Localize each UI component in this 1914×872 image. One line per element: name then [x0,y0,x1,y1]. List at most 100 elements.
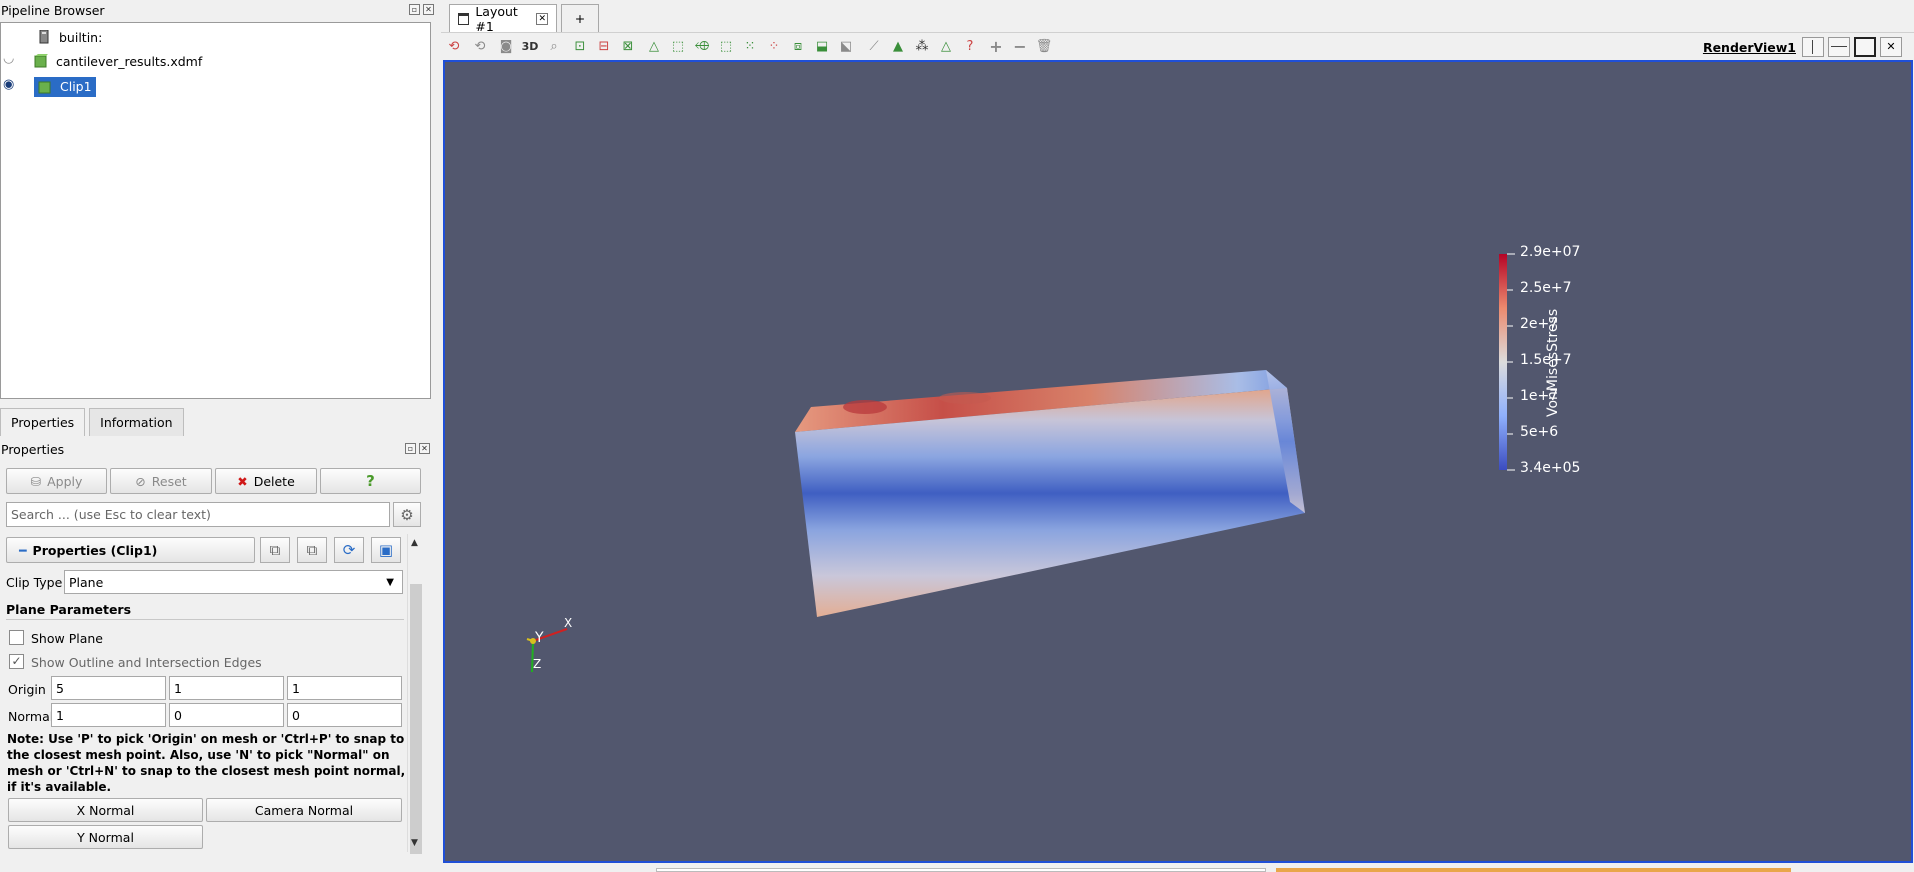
zoom-to-box-icon[interactable]: ⌕ [545,38,563,56]
split-horizontal-icon[interactable] [1802,37,1824,57]
plot-selection-icon[interactable]: ⬕ [837,38,855,56]
scroll-up-icon[interactable]: ▲ [411,538,418,548]
origin-z-field[interactable]: 1 [287,676,402,700]
polygon-tool-icon[interactable]: ▲ [889,38,907,56]
gear-icon[interactable]: ⚙ [393,502,421,527]
eye-icon[interactable]: ◉ [3,77,14,92]
ruler-icon[interactable]: ⟋ [865,38,883,56]
section-properties-clip1[interactable]: ━ Properties (Clip1) [6,537,255,563]
minus-icon[interactable]: − [1011,38,1029,56]
select-polygon-icon[interactable]: △ [645,38,663,56]
select-cells-through-icon[interactable]: ⊠ [619,38,637,56]
origin-y-field[interactable]: 1 [169,676,284,700]
clip-icon [38,80,52,94]
x-normal-button[interactable]: X Normal [8,798,203,822]
hover-cells-icon[interactable]: ⁙ [741,38,759,56]
camera-normal-button[interactable]: Camera Normal [206,798,402,822]
close-icon[interactable]: ✕ [423,4,434,15]
paste-icon[interactable]: ⧉ [297,537,327,563]
delete-button[interactable]: ✖ Delete [215,468,317,494]
apply-button[interactable]: ⛁ Apply [6,468,107,494]
points-tool-icon[interactable]: ⁂ [913,38,931,56]
show-plane-checkbox[interactable] [9,630,24,645]
colorbar-title: VonMisesStress [1545,308,1561,417]
float-icon[interactable]: ▫ [409,4,420,15]
colorbar [1499,254,1507,470]
grow-selection-icon[interactable]: ⁘ [765,38,783,56]
eye-closed-icon[interactable]: ◡ [3,51,14,66]
close-icon[interactable]: ✕ [536,12,548,25]
toggle-3d-button[interactable]: 3D [521,38,539,56]
scroll-down-icon[interactable]: ▼ [411,838,418,848]
clip-type-select[interactable]: Plane ▼ [64,570,403,594]
normal-label: Normal [8,709,54,724]
refresh-icon[interactable]: ⟳ [334,537,364,563]
pipeline-item-cantilever[interactable]: ◡ cantilever_results.xdmf [2,51,202,71]
tab-properties[interactable]: Properties [0,408,86,436]
normal-z-field[interactable]: 0 [287,703,402,727]
query-tool-icon[interactable]: △ [937,38,955,56]
server-icon [37,29,51,44]
scroll-thumb[interactable] [410,584,422,854]
select-points-on-icon[interactable]: ⊟ [595,38,613,56]
colorbar-label: 5e+6 [1520,424,1559,440]
y-normal-button[interactable]: Y Normal [8,825,203,849]
render-view-label[interactable]: RenderView1 [1703,40,1796,55]
tab-layout-1[interactable]: Layout #1 ✕ [449,4,557,34]
pipeline-item-builtin[interactable]: builtin: [37,27,102,47]
show-outline-label: Show Outline and Intersection Edges [31,655,262,670]
layout-tabbar: Layout #1 ✕ + [441,0,1914,34]
show-outline-checkbox[interactable]: ✓ [9,654,24,669]
reset-button[interactable]: ⊘ Reset [110,468,212,494]
divider [6,619,404,620]
add-layout-tab-button[interactable]: + [561,4,599,32]
status-bar [441,863,1914,872]
pipeline-browser: builtin: ◡ cantilever_results.xdmf ◉ Cli… [0,22,431,399]
interactive-select-icon[interactable]: ⬲ [693,38,711,56]
hover-points-icon[interactable]: ⬚ [717,38,735,56]
left-panel: Pipeline Browser ▫ ✕ builtin: ◡ cantilev… [0,0,434,872]
pipeline-browser-title: Pipeline Browser ▫ ✕ [0,0,434,22]
render-viewport[interactable]: 2.9e+07 2.5e+7 2e+7 1.5e+7 1e+7 5e+6 3.4… [443,60,1913,863]
note-text: Note: Use 'P' to pick 'Origin' on mesh o… [7,732,406,794]
copy-icon[interactable]: ⧉ [260,537,290,563]
camera-undo-icon[interactable]: ⟲ [471,38,489,56]
apply-icon: ⛁ [30,473,42,489]
x-axis-label: X [564,616,573,630]
z-axis-label: Z [533,657,542,671]
normal-y-field[interactable]: 0 [169,703,284,727]
extract-selection-icon[interactable]: ⬓ [813,38,831,56]
normal-x-field[interactable]: 1 [51,703,166,727]
maximize-icon[interactable] [1854,37,1876,57]
memory-bar [1276,868,1791,872]
capture-screenshot-icon[interactable]: ◙ [497,38,515,56]
reset-camera-closest-icon[interactable]: ⟲ [445,38,463,56]
properties-title: Properties ▫ ✕ [0,439,432,461]
3d-scene [526,253,1515,673]
shrink-selection-icon[interactable]: ⧈ [789,38,807,56]
close-icon[interactable]: ✕ [419,443,430,454]
tab-information[interactable]: Information [89,408,184,436]
progress-track [656,868,1266,872]
stress-hotspot [843,400,887,414]
select-cells-on-icon[interactable]: ⊡ [571,38,589,56]
trash-icon[interactable]: 🗑 [1035,38,1053,56]
delete-icon: ✖ [237,473,248,489]
search-input[interactable]: Search ... (use Esc to clear text) [6,502,390,527]
pipeline-item-clip1[interactable]: ◉ Clip1 [2,77,96,97]
reset-icon: ⊘ [135,473,146,489]
colorbar-label: 3.4e+05 [1520,460,1581,476]
add-icon[interactable]: + [987,38,1005,56]
layout-area: Layout #1 ✕ + ⟲ ⟲ ◙ 3D ⌕ ⊡ ⊟ ⊠ △ ⬚ ⬲ ⬚ ⁙… [441,0,1914,872]
help-button[interactable]: ? [320,468,421,494]
origin-x-field[interactable]: 5 [51,676,166,700]
origin-label: Origin [8,682,46,697]
save-icon[interactable]: ▣ [371,537,401,563]
help-query-icon[interactable]: ? [961,38,979,56]
split-vertical-icon[interactable] [1828,37,1850,57]
colorbar-label: 2.5e+7 [1520,280,1572,296]
float-icon[interactable]: ▫ [405,443,416,454]
close-view-icon[interactable]: ✕ [1880,37,1902,57]
select-block-icon[interactable]: ⬚ [669,38,687,56]
properties-scrollbar[interactable]: ▲ ▼ [407,534,423,854]
